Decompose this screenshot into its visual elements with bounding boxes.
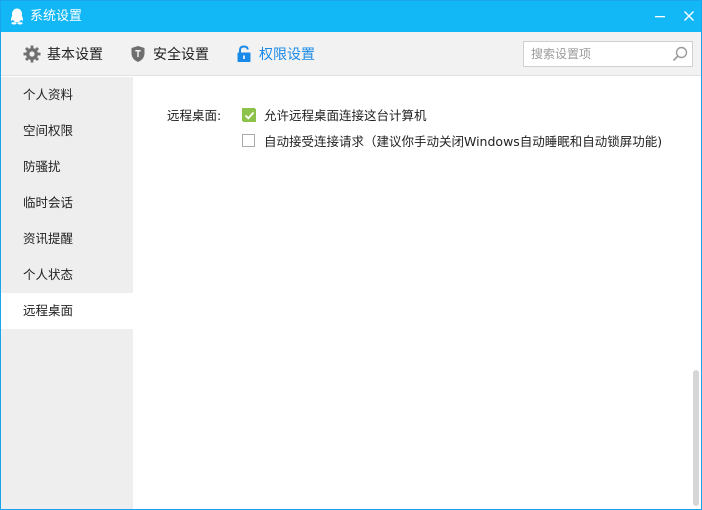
allow-remote-desktop-label: 允许远程桌面连接这台计算机 xyxy=(264,108,427,123)
title-bar[interactable]: 系统设置 xyxy=(1,1,701,32)
settings-sidebar: 个人资料 空间权限 防骚扰 临时会话 资讯提醒 个人状态 远程桌面 xyxy=(1,77,133,509)
sidebar-item-news-reminder[interactable]: 资讯提醒 xyxy=(1,221,133,257)
lock-icon xyxy=(235,45,253,63)
close-button[interactable] xyxy=(677,5,701,27)
sidebar-item-profile[interactable]: 个人资料 xyxy=(1,77,133,113)
tab-basic-settings-label: 基本设置 xyxy=(47,47,103,63)
tab-security-settings-label: 安全设置 xyxy=(153,47,209,63)
settings-tab-bar: 基本设置 安全设置 权限设置 xyxy=(1,32,701,76)
sidebar-item-anti-harassment[interactable]: 防骚扰 xyxy=(1,149,133,185)
close-icon xyxy=(684,11,694,21)
settings-window: 系统设置 基本设置 安全设置 权限设置 搜索设置项 个人资料 空间权限 防骚扰 … xyxy=(0,0,702,510)
tab-security-settings[interactable]: 安全设置 xyxy=(129,32,209,76)
allow-remote-desktop-option[interactable]: 允许远程桌面连接这台计算机 xyxy=(242,105,427,124)
gear-icon xyxy=(23,45,41,63)
tab-basic-settings[interactable]: 基本设置 xyxy=(23,32,103,76)
minimize-button[interactable] xyxy=(648,5,672,27)
sidebar-item-remote-desktop[interactable]: 远程桌面 xyxy=(1,293,133,329)
tab-permission-settings-label: 权限设置 xyxy=(259,47,315,63)
remote-desktop-section-label: 远程桌面: xyxy=(167,108,222,123)
scrollbar-thumb[interactable] xyxy=(693,370,699,506)
content-scrollbar[interactable] xyxy=(691,77,701,509)
search-icon[interactable] xyxy=(671,45,689,63)
sidebar-item-personal-status[interactable]: 个人状态 xyxy=(1,257,133,293)
checkmark-icon xyxy=(243,109,256,122)
search-box[interactable] xyxy=(523,41,693,67)
auto-accept-connection-checkbox[interactable] xyxy=(242,134,255,147)
search-input[interactable] xyxy=(524,42,664,66)
shield-icon xyxy=(129,45,147,63)
window-title: 系统设置 xyxy=(30,9,83,24)
settings-content: 远程桌面: 允许远程桌面连接这台计算机 自动接受连接请求（建议你手动关闭Wind… xyxy=(133,77,691,509)
qq-penguin-icon xyxy=(9,8,25,25)
sidebar-item-temporary-chat[interactable]: 临时会话 xyxy=(1,185,133,221)
allow-remote-desktop-checkbox[interactable] xyxy=(242,108,256,122)
tab-permission-settings[interactable]: 权限设置 xyxy=(235,32,315,76)
auto-accept-connection-option[interactable]: 自动接受连接请求（建议你手动关闭Windows自动睡眠和自动锁屏功能) xyxy=(242,131,662,150)
sidebar-item-space-permission[interactable]: 空间权限 xyxy=(1,113,133,149)
minimize-icon xyxy=(655,16,665,18)
auto-accept-connection-label: 自动接受连接请求（建议你手动关闭Windows自动睡眠和自动锁屏功能) xyxy=(264,134,663,149)
